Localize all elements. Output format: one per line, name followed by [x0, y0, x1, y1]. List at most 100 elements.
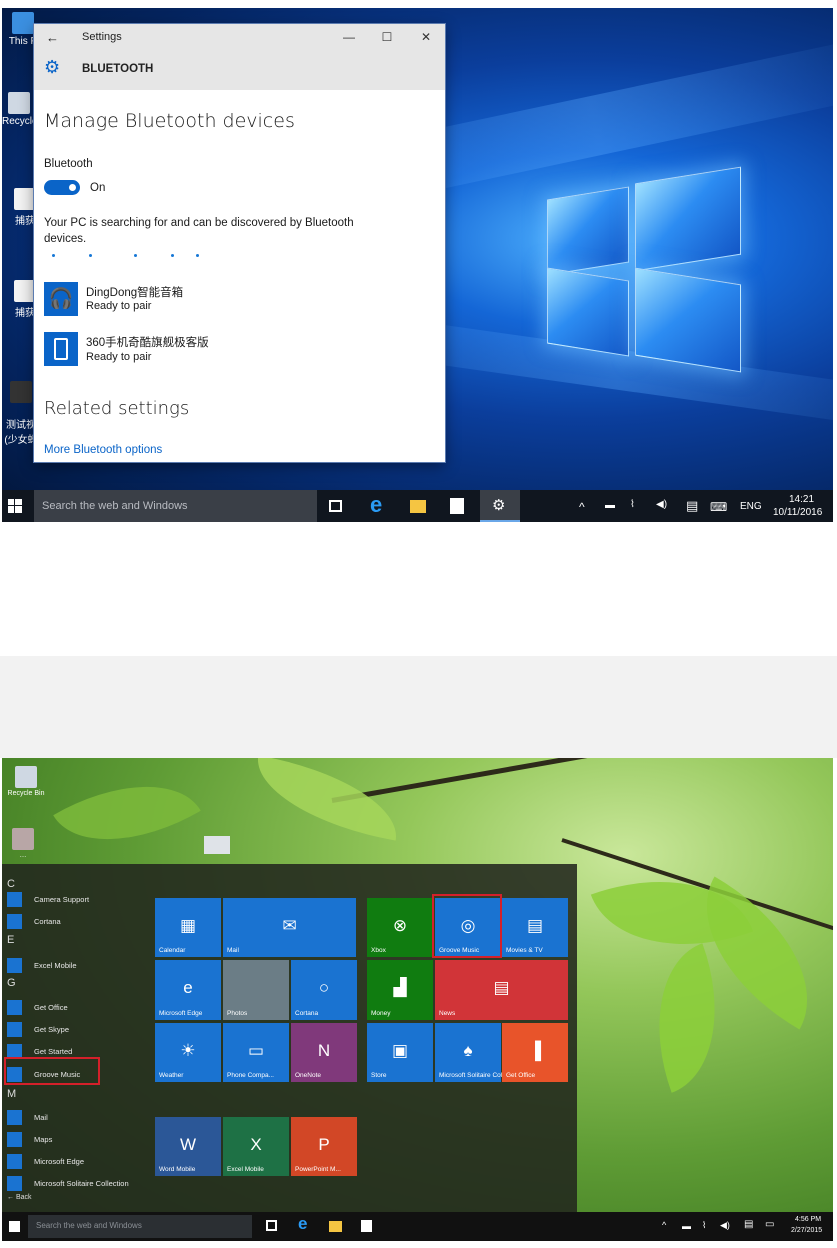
- list-item[interactable]: Get Office: [7, 998, 68, 1016]
- tile[interactable]: ☀ Weather: [155, 1023, 221, 1082]
- windows-start-icon[interactable]: [8, 499, 22, 513]
- chevron-up-icon[interactable]: ^: [662, 1220, 666, 1230]
- tile[interactable]: ▟ Money: [367, 960, 433, 1020]
- volume-icon[interactable]: ◀): [656, 499, 667, 510]
- list-group-letter[interactable]: G: [7, 977, 16, 989]
- tile[interactable]: e Microsoft Edge: [155, 960, 221, 1020]
- clock-time[interactable]: 14:21: [789, 494, 814, 505]
- bluetooth-label: Bluetooth: [44, 158, 93, 170]
- tile[interactable]: ▤ News: [435, 960, 568, 1020]
- back-arrow-icon[interactable]: ←: [46, 30, 59, 45]
- chevron-up-icon[interactable]: ^: [579, 500, 585, 514]
- search-box[interactable]: Search the web and Windows: [28, 1215, 252, 1238]
- volume-icon[interactable]: ◀): [720, 1220, 730, 1231]
- tile-icon: ▐: [528, 1040, 542, 1060]
- leaf: [247, 758, 407, 841]
- action-center-icon[interactable]: ▤: [686, 498, 698, 514]
- tile-icon: ▭: [247, 1040, 265, 1060]
- edge-icon[interactable]: e: [298, 1214, 307, 1234]
- desktop-icon-recycle-bin[interactable]: Recycle: [2, 92, 38, 127]
- tile-label: Photos: [227, 1010, 248, 1017]
- list-group-letter[interactable]: C: [7, 878, 15, 890]
- battery-icon[interactable]: ▬: [605, 500, 615, 511]
- list-item[interactable]: Cortana: [7, 912, 61, 930]
- task-view-icon[interactable]: [266, 1220, 277, 1231]
- file-explorer-icon[interactable]: [329, 1221, 342, 1232]
- wifi-icon[interactable]: ⌇: [630, 499, 635, 510]
- tile[interactable]: ○ Cortana: [291, 960, 357, 1020]
- tile-icon: ▤: [526, 915, 544, 935]
- desktop-icon-video[interactable]: 测试视 (少女蚂: [4, 370, 38, 446]
- keyboard-icon[interactable]: ⌨: [710, 500, 727, 514]
- clock-date[interactable]: 10/11/2016: [773, 507, 822, 518]
- settings-window: ← Settings — ☐ ✕ ⚙ BLUETOOTH Manage Blue…: [34, 24, 445, 462]
- battery-icon[interactable]: ▬: [682, 1221, 691, 1231]
- close-button[interactable]: ✕: [417, 30, 435, 44]
- wifi-icon[interactable]: ⌇: [702, 1220, 706, 1231]
- list-item[interactable]: Excel Mobile: [7, 956, 77, 974]
- store-icon[interactable]: [450, 498, 464, 514]
- desktop-icon-image[interactable]: …: [6, 828, 40, 859]
- start-menu: C Camera Support Cortana E Excel Mobile G Get …: [2, 864, 577, 1212]
- list-item[interactable]: Camera Support: [7, 890, 89, 908]
- settings-taskbar-button[interactable]: ⚙: [480, 490, 520, 522]
- task-view-icon[interactable]: [329, 500, 342, 512]
- tile[interactable]: ▣ Store: [367, 1023, 433, 1082]
- tile[interactable]: ▐ Get Office: [502, 1023, 568, 1082]
- more-bluetooth-options-link[interactable]: More Bluetooth options: [44, 444, 162, 456]
- list-item-label: Camera Support: [34, 894, 90, 904]
- list-item-label: Get Skype: [34, 1024, 70, 1034]
- progress-dot: [171, 254, 174, 257]
- tile[interactable]: ♠ Microsoft Solitaire Collection: [435, 1023, 521, 1082]
- bluetooth-toggle[interactable]: [44, 180, 80, 195]
- tile[interactable]: N OneNote: [291, 1023, 357, 1082]
- screenshot-start-menu: Recycle Bin … C Camera Support Cortana E Exc…: [2, 758, 833, 1241]
- tile-label: Cortana: [295, 1010, 319, 1017]
- tile[interactable]: W Word Mobile: [155, 1117, 221, 1176]
- list-item[interactable]: Get Skype: [7, 1020, 69, 1038]
- tile-icon: ⊗: [392, 915, 408, 935]
- maximize-button[interactable]: ☐: [378, 30, 396, 44]
- keyboard-icon[interactable]: ▭: [765, 1219, 774, 1230]
- windows-start-icon[interactable]: [9, 1221, 20, 1232]
- tile-icon: ▦: [179, 915, 197, 935]
- list-item[interactable]: Mail: [7, 1108, 48, 1126]
- tile[interactable]: ▤ Movies & TV: [502, 898, 568, 957]
- app-icon: [7, 1021, 22, 1037]
- tile[interactable]: X Excel Mobile: [223, 1117, 289, 1176]
- tile[interactable]: ▦ Calendar: [155, 898, 221, 957]
- file-explorer-icon[interactable]: [410, 500, 426, 513]
- desktop-icon-file[interactable]: [204, 836, 230, 854]
- minimize-button[interactable]: —: [340, 30, 358, 44]
- search-placeholder: Search the web and Windows: [36, 1221, 142, 1230]
- tile[interactable]: ▭ Phone Compa...: [223, 1023, 289, 1082]
- list-item[interactable]: Microsoft Edge: [7, 1152, 84, 1170]
- tile[interactable]: ✉ Mail: [223, 898, 356, 957]
- desktop-icon-recycle-bin[interactable]: Recycle Bin: [6, 766, 46, 797]
- list-group-letter[interactable]: E: [7, 934, 14, 946]
- list-item[interactable]: Microsoft Solitaire Collection: [7, 1174, 129, 1192]
- app-icon: [7, 913, 22, 929]
- edge-icon[interactable]: e: [370, 492, 386, 517]
- tile-label: OneNote: [295, 1072, 322, 1079]
- list-item[interactable]: Maps: [7, 1130, 52, 1148]
- tile[interactable]: Photos: [223, 960, 289, 1020]
- store-icon[interactable]: [361, 1220, 372, 1232]
- tile-label: Get Office: [506, 1072, 536, 1079]
- screenshot-bluetooth-settings: This P Recycle 捕获 捕获 测试视 (少女蚂 ← Settings…: [2, 8, 833, 522]
- clock-time[interactable]: 4:56 PM: [795, 1216, 821, 1223]
- action-center-icon[interactable]: ▤: [744, 1219, 753, 1230]
- language-indicator[interactable]: ENG: [740, 501, 762, 512]
- search-box[interactable]: Search the web and Windows: [34, 490, 317, 522]
- clock-date[interactable]: 2/27/2015: [791, 1227, 822, 1234]
- phone-icon: [44, 332, 78, 366]
- tile[interactable]: P PowerPoint M...: [291, 1117, 357, 1176]
- app-icon: [7, 891, 22, 907]
- list-group-letter[interactable]: M: [7, 1088, 16, 1100]
- list-item-label: Excel Mobile: [34, 960, 77, 970]
- list-item-label: Microsoft Edge: [34, 1156, 85, 1166]
- toggle-state-label: On: [90, 182, 106, 194]
- list-item-label: Microsoft Solitaire Collection: [34, 1178, 129, 1188]
- tile[interactable]: ⊗ Xbox: [367, 898, 433, 957]
- back-button[interactable]: ← Back: [7, 1194, 32, 1201]
